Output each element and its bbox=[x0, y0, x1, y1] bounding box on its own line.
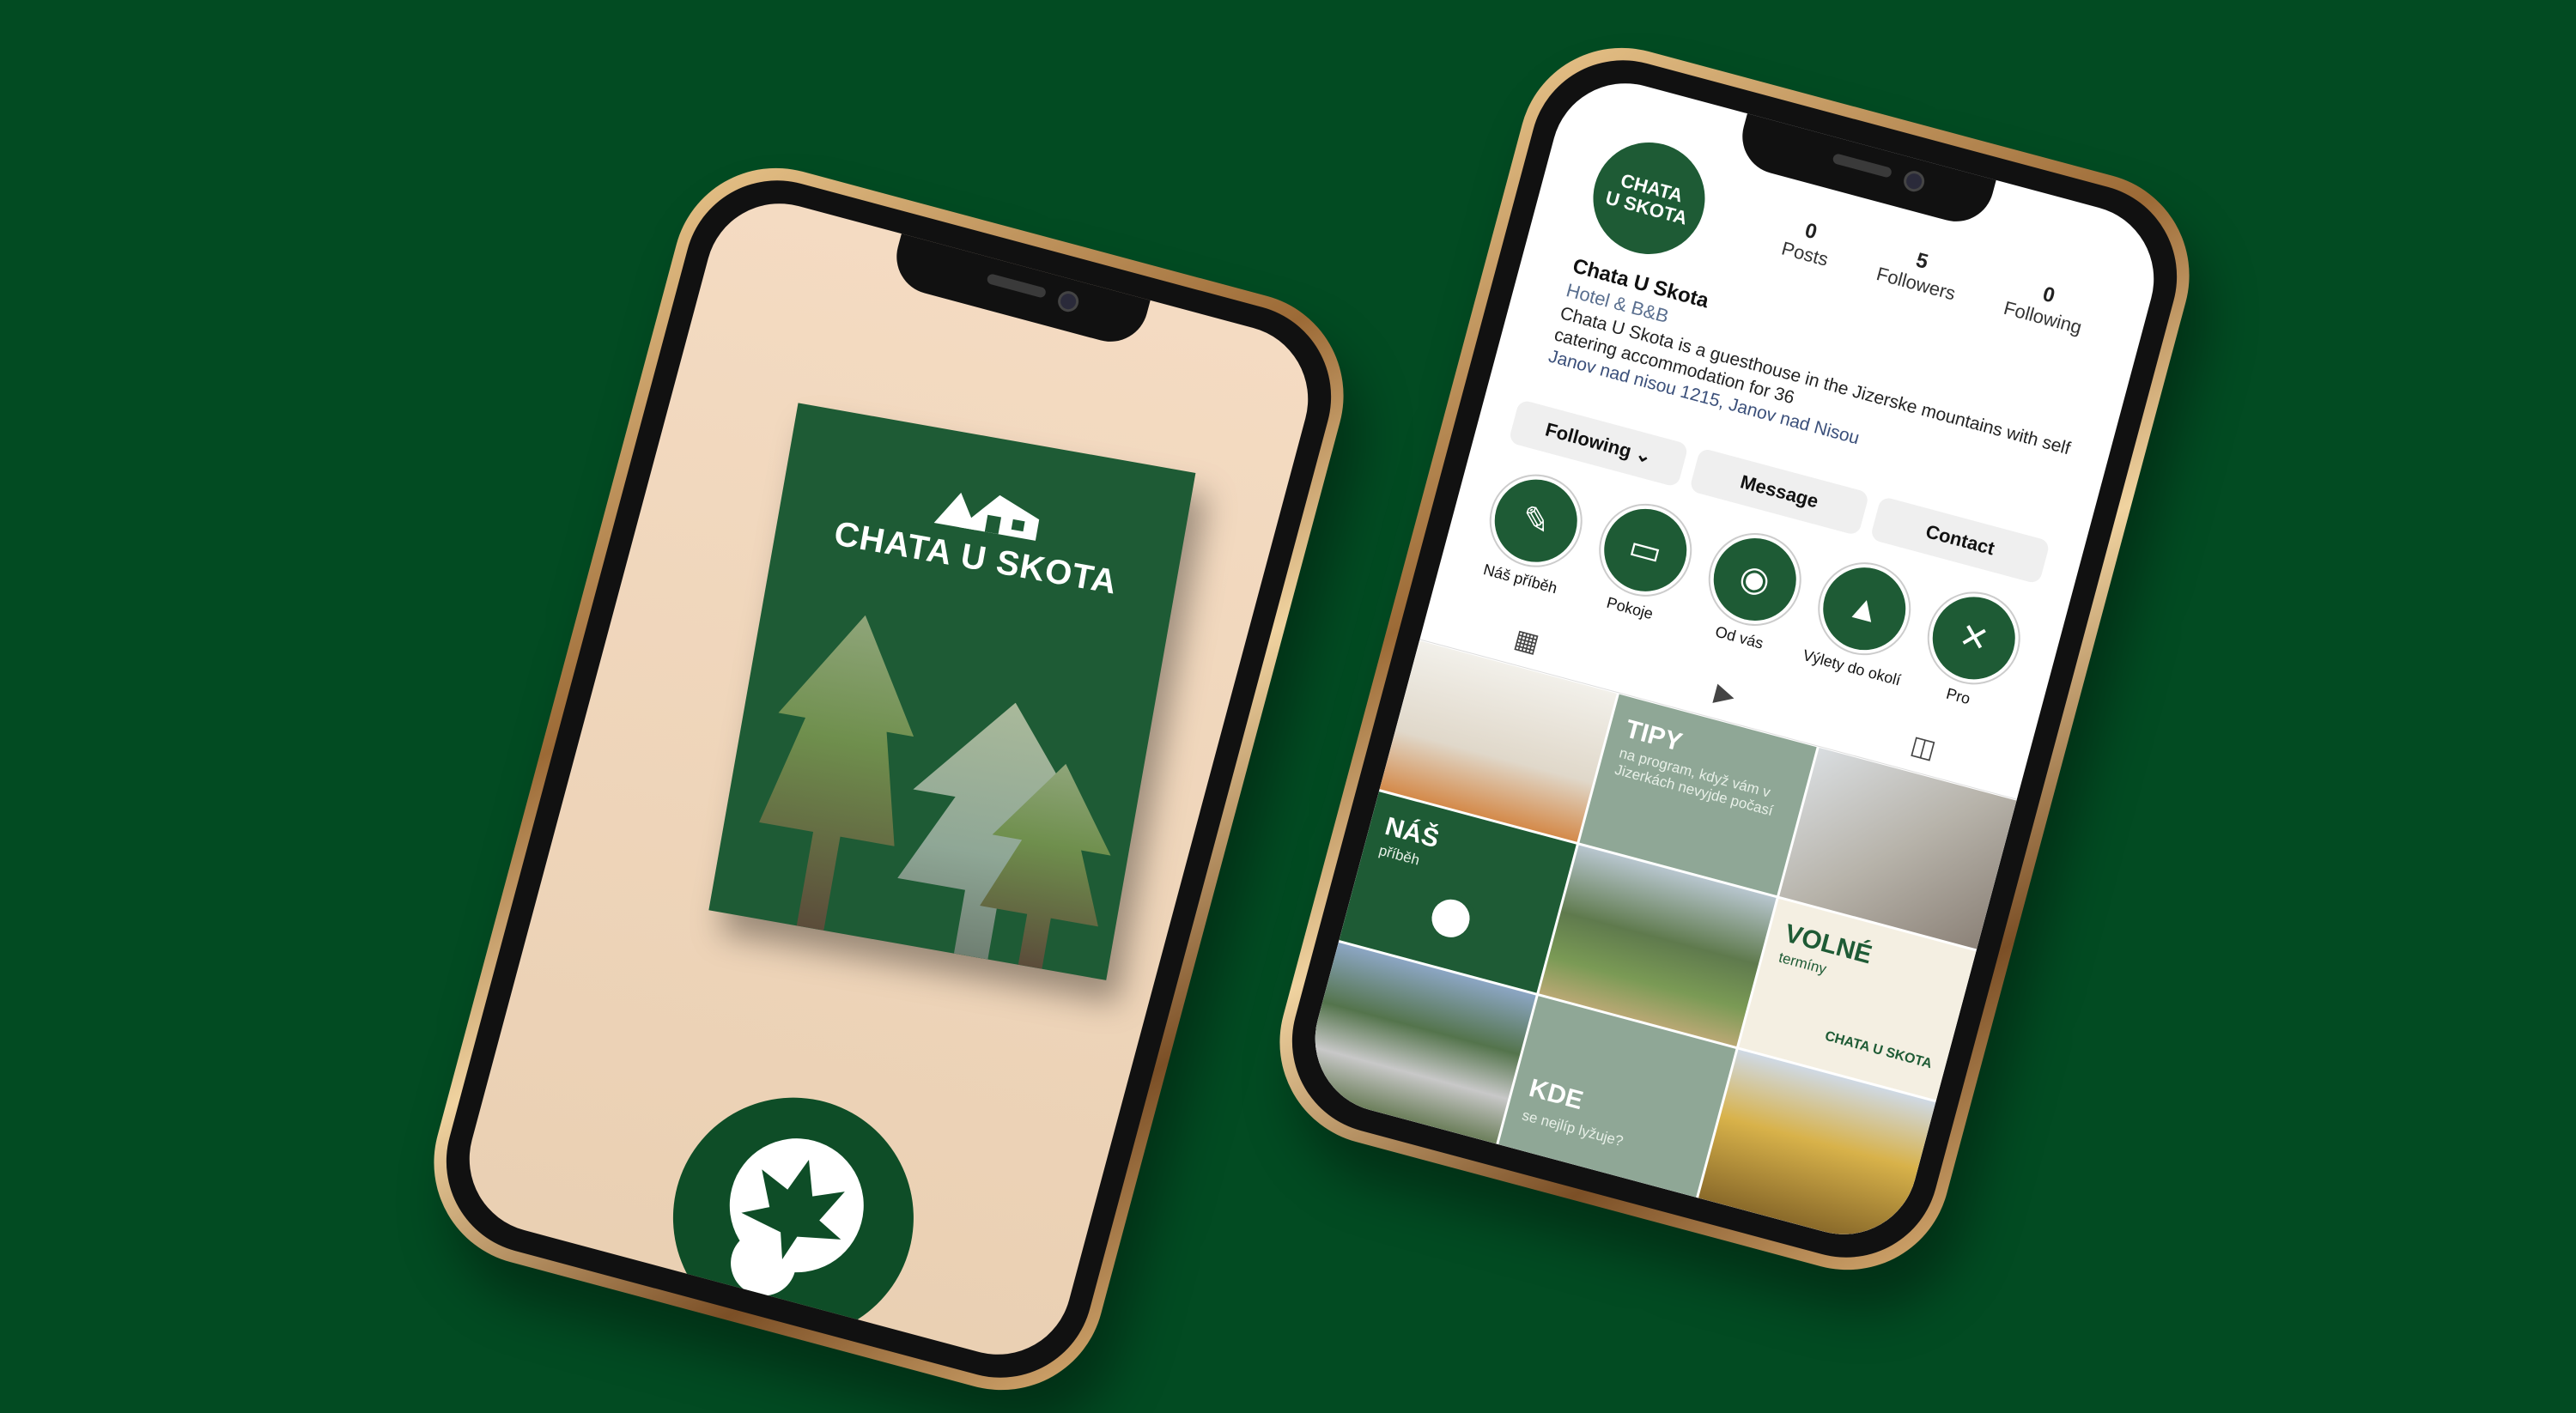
avatar[interactable]: CHATA U SKOTA bbox=[1580, 130, 1718, 267]
notepad-icon: ✎ bbox=[1481, 465, 1591, 576]
leaf-pin-icon bbox=[1421, 888, 1480, 949]
stat-posts[interactable]: 0 Posts bbox=[1779, 214, 1837, 270]
reels-icon[interactable]: ▶ bbox=[1711, 677, 1739, 712]
grid-icon[interactable]: ▦ bbox=[1511, 623, 1542, 658]
bed-icon: ▭ bbox=[1590, 495, 1700, 605]
tree-icon: ▲ bbox=[1809, 554, 1919, 664]
highlight-vylety[interactable]: ▲ Výlety do okolí bbox=[1801, 554, 1922, 688]
profile-stats: 0 Posts 5 Followers 0 Following bbox=[1754, 208, 2115, 346]
brochure: CHATA U SKOTA bbox=[708, 403, 1196, 980]
highlight-pro[interactable]: ✕ Pro bbox=[1911, 583, 2032, 718]
tree-photo-1 bbox=[743, 603, 933, 940]
instagram-profile-screen: CHATA U SKOTA 0 Posts 5 Followers 0 Foll… bbox=[1298, 66, 2171, 1252]
left-phone: CHATA U SKOTA bbox=[410, 144, 1367, 1413]
highlight-pokoje[interactable]: ▭ Pokoje bbox=[1582, 494, 1703, 629]
right-phone: CHATA U SKOTA 0 Posts 5 Followers 0 Foll… bbox=[1256, 24, 2213, 1294]
tagged-icon[interactable]: ◫ bbox=[1908, 730, 1939, 765]
tile-logo: CHATA U SKOTA bbox=[1823, 1028, 1934, 1072]
highlight-od-vas[interactable]: ◉ Od vás bbox=[1692, 525, 1813, 659]
camera-icon: ◉ bbox=[1700, 525, 1810, 634]
stat-followers[interactable]: 5 Followers bbox=[1874, 240, 1964, 306]
tools-icon: ✕ bbox=[1919, 583, 2029, 694]
left-phone-screen: CHATA U SKOTA bbox=[453, 186, 1325, 1372]
highlight-nas-pribeh[interactable]: ✎ Náš příběh bbox=[1473, 465, 1594, 600]
profile-bio: Chata U Skota is a guesthouse in the Jiz… bbox=[1546, 302, 2077, 505]
stat-following[interactable]: 0 Following bbox=[2002, 274, 2091, 339]
